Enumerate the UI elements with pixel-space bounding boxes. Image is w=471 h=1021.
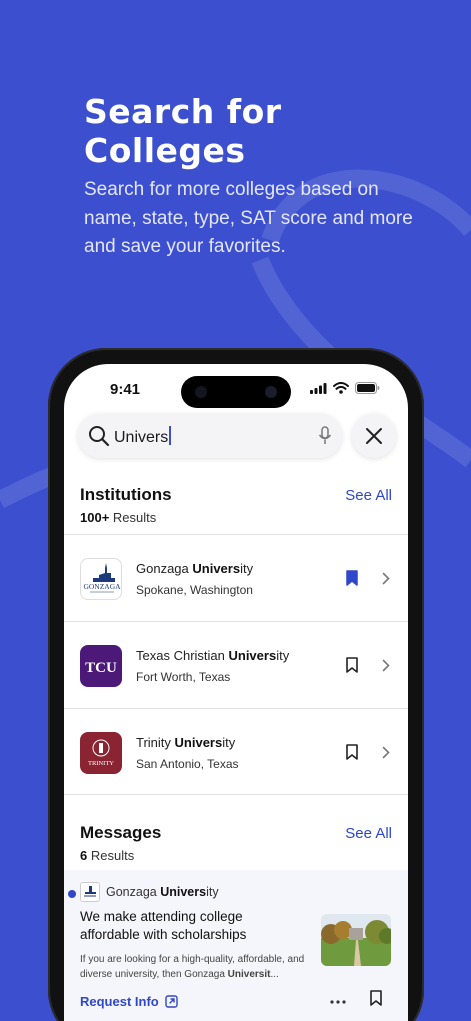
institution-name-suffix: ity (276, 648, 290, 663)
message-preview-match: Universit (227, 969, 271, 980)
clear-search-button[interactable] (352, 414, 396, 458)
institutions-header: Institutions See All 100+ Results (80, 485, 392, 525)
promo-subtitle: Search for more colleges based on name, … (84, 179, 413, 257)
request-info-label: Request Info (80, 994, 159, 1009)
messages-header: Messages See All 6 Results (80, 823, 392, 863)
institution-name-prefix: Trinity (136, 735, 175, 750)
svg-text:GONZAGA: GONZAGA (83, 582, 121, 591)
close-icon (366, 428, 382, 444)
external-link-icon (165, 995, 178, 1008)
institution-name-match: Univers (192, 561, 241, 576)
unread-dot (68, 890, 76, 898)
bookmark-icon[interactable] (346, 657, 358, 673)
message-subject: We make attending college affordable wit… (80, 909, 247, 942)
cellular-signal-icon (310, 382, 327, 394)
dynamic-island (181, 376, 291, 408)
svg-text:TCU: TCU (85, 660, 117, 676)
institution-name-match: Univers (228, 648, 277, 663)
message-from-match: Univers (160, 885, 207, 899)
gonzaga-small-logo (80, 882, 100, 902)
institution-name-prefix: Texas Christian (136, 648, 229, 663)
search-row: Univers (78, 414, 396, 458)
phone-screen: 9:41 Univers Institutions See All 100+ R… (64, 364, 408, 1021)
message-card[interactable]: Gonzaga University We make attending col… (64, 870, 408, 1021)
text-caret (169, 426, 172, 445)
institution-name-match: Univers (174, 735, 223, 750)
messages-count: 6 (80, 848, 88, 863)
microphone-icon[interactable] (318, 426, 332, 446)
battery-icon (355, 382, 380, 394)
svg-text:TRINITY: TRINITY (88, 760, 114, 767)
trinity-logo: TRINITY (80, 732, 122, 774)
message-preview-suffix: ... (270, 969, 279, 980)
chevron-right-icon[interactable] (382, 659, 390, 672)
institution-row[interactable]: TRINITY Trinity University San Antonio, … (64, 708, 408, 795)
institution-row[interactable]: GONZAGA Gonzaga University Spokane, Wash… (64, 534, 408, 621)
institutions-count-label: Results (112, 510, 157, 525)
gonzaga-logo: GONZAGA (80, 558, 122, 600)
bookmark-icon[interactable] (346, 744, 358, 760)
institution-location: Spokane, Washington (136, 583, 253, 597)
search-input[interactable]: Univers (78, 414, 342, 458)
institutions-count: 100+ (80, 510, 110, 525)
institution-location: San Antonio, Texas (136, 757, 239, 771)
message-from-suffix: ity (206, 885, 219, 899)
institution-location: Fort Worth, Texas (136, 670, 231, 684)
promo-title: Search for Colleges (84, 92, 282, 170)
bookmark-icon[interactable] (370, 990, 382, 1006)
status-bar: 9:41 (64, 364, 408, 412)
institution-name-suffix: ity (222, 735, 236, 750)
request-info-link[interactable]: Request Info (80, 994, 178, 1009)
institutions-list: GONZAGA Gonzaga University Spokane, Wash… (64, 534, 408, 795)
campus-photo (321, 914, 391, 966)
search-input-value: Univers (114, 429, 169, 446)
institution-name-suffix: ity (240, 561, 254, 576)
more-options-icon[interactable] (330, 994, 346, 1010)
message-from-prefix: Gonzaga (106, 885, 161, 899)
institution-row[interactable]: TCU Texas Christian University Fort Wort… (64, 621, 408, 708)
tcu-logo: TCU (80, 645, 122, 687)
chevron-right-icon[interactable] (382, 746, 390, 759)
status-time: 9:41 (110, 381, 141, 398)
search-icon (89, 426, 110, 447)
messages-count-label: Results (90, 848, 135, 863)
bookmark-filled-icon[interactable] (346, 570, 358, 586)
institution-name-prefix: Gonzaga (136, 561, 193, 576)
institutions-see-all-link[interactable]: See All (345, 487, 392, 504)
wifi-icon (333, 382, 349, 394)
chevron-right-icon[interactable] (382, 572, 390, 585)
messages-see-all-link[interactable]: See All (345, 825, 392, 842)
